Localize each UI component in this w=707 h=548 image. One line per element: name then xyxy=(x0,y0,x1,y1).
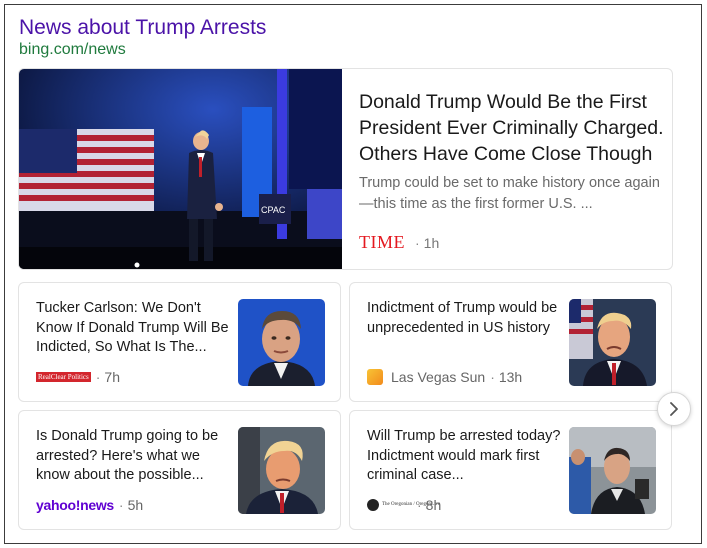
hero-time: 1h xyxy=(423,234,440,251)
card-source-line: The Oregonian / OregonLive · 8h xyxy=(367,497,441,513)
card-thumbnail xyxy=(569,299,656,386)
separator-dot: · xyxy=(417,497,422,513)
hero-snippet: Trump could be set to make history once … xyxy=(359,175,660,212)
news-card[interactable]: Tucker Carlson: We Don't Know If Donald … xyxy=(18,282,341,402)
separator-dot: · xyxy=(95,369,101,385)
card-time: 13h xyxy=(498,369,523,385)
card-headline[interactable]: Tucker Carlson: We Don't Know If Donald … xyxy=(36,299,234,358)
card-source-line: yahoo!news · 5h xyxy=(36,497,143,513)
yahoo-news-logo: yahoo!news xyxy=(36,497,114,513)
news-module: News about Trump Arrests bing.com/news C… xyxy=(4,4,702,544)
realclearpolitics-logo: RealClear Politics xyxy=(36,372,91,382)
hero-text-block: Donald Trump Would Be the First Presiden… xyxy=(359,89,664,215)
card-headline[interactable]: Is Donald Trump going to be arrested? He… xyxy=(36,427,234,486)
time-logo: TIME xyxy=(359,232,405,252)
las-vegas-sun-icon xyxy=(367,369,383,385)
card-time: 7h xyxy=(104,369,120,385)
next-page-button[interactable] xyxy=(657,392,691,426)
card-time: 5h xyxy=(127,497,144,513)
hero-image: CPAC xyxy=(19,69,342,269)
oregonian-icon xyxy=(367,499,379,511)
oregonian-logo: The Oregonian / OregonLive xyxy=(367,499,440,511)
card-source: Las Vegas Sun xyxy=(391,369,486,385)
card-thumbnail xyxy=(569,427,656,514)
card-source-line: RealClear Politics · 7h xyxy=(36,369,120,385)
chevron-right-icon xyxy=(670,402,678,416)
hero-headline[interactable]: Donald Trump Would Be the First Presiden… xyxy=(359,89,664,167)
card-headline[interactable]: Will Trump be arrested today? Indictment… xyxy=(367,427,565,486)
hero-source-line: TIME · 1h xyxy=(359,232,439,253)
card-thumbnail xyxy=(238,427,325,514)
separator-dot: · xyxy=(118,497,124,513)
hero-card[interactable]: CPAC Donald Trump Would Be the First Pre… xyxy=(18,68,673,270)
separator-dot: · xyxy=(415,234,420,251)
news-card[interactable]: Is Donald Trump going to be arrested? He… xyxy=(18,410,341,530)
news-card[interactable]: Indictment of Trump would be unprecedent… xyxy=(349,282,672,402)
card-time: 8h xyxy=(425,497,442,513)
news-module-url: bing.com/news xyxy=(19,41,126,58)
news-module-title[interactable]: News about Trump Arrests xyxy=(19,15,266,41)
card-source-line: Las Vegas Sun · 13h xyxy=(367,369,522,385)
separator-dot: · xyxy=(490,369,495,385)
card-thumbnail xyxy=(238,299,325,386)
news-card[interactable]: Will Trump be arrested today? Indictment… xyxy=(349,410,672,530)
hero-sign-text: CPAC xyxy=(261,205,286,215)
card-headline[interactable]: Indictment of Trump would be unprecedent… xyxy=(367,299,565,338)
